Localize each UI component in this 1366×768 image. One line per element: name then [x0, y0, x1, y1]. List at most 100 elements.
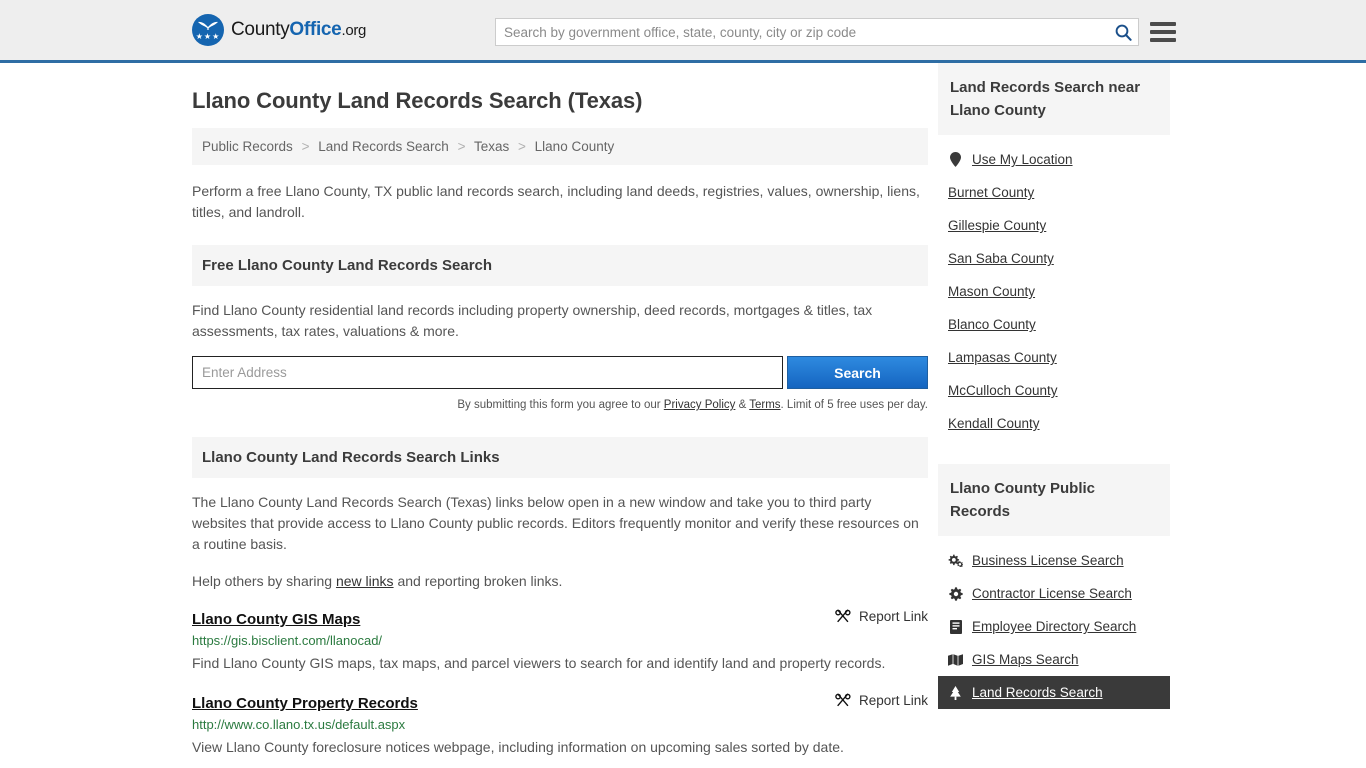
site-header: ★★★ CountyOffice.org [0, 0, 1366, 63]
hamburger-menu-icon[interactable] [1150, 19, 1176, 45]
global-search-submit-button[interactable] [1108, 19, 1138, 45]
disclaimer-suffix: . Limit of 5 free uses per day. [780, 399, 928, 411]
report-link-label: Report Link [858, 608, 928, 624]
eagle-icon [198, 21, 218, 30]
hamburger-bar [1150, 30, 1176, 34]
link-result-item: Llano County GIS Maps Report Link https:… [192, 608, 928, 676]
book-icon [948, 619, 963, 634]
sidebar-item-label[interactable]: Kendall County [948, 416, 1040, 431]
breadcrumb-item-public-records[interactable]: Public Records [202, 139, 293, 154]
link-result-url: https://gis.bisclient.com/llanocad/ [192, 633, 383, 648]
sidebar-item-business-license-search[interactable]: Business License Search [938, 544, 1170, 577]
county-office-logo-icon: ★★★ [192, 14, 224, 46]
sidebar-item-label[interactable]: Burnet County [948, 185, 1034, 200]
sidebar-item-gis-maps-search[interactable]: GIS Maps Search [938, 643, 1170, 676]
breadcrumb-item-llano-county[interactable]: Llano County [535, 139, 615, 154]
search-icon [1115, 24, 1132, 41]
new-links-link[interactable]: new links [336, 573, 394, 589]
hamburger-bar [1150, 22, 1176, 26]
sidebar-public-records-block: Llano County Public Records Business Lic… [938, 464, 1170, 709]
logo-wordmark: CountyOffice.org [231, 19, 366, 41]
breadcrumb-separator: > [301, 139, 310, 154]
logo-text-office: Office [289, 19, 342, 40]
link-result-title[interactable]: Llano County GIS Maps [192, 611, 360, 628]
link-result-title[interactable]: Llano County Property Records [192, 695, 418, 712]
sidebar-nearby-block: Land Records Search near Llano County Us… [938, 63, 1170, 440]
breadcrumb-item-land-records-search[interactable]: Land Records Search [318, 139, 449, 154]
sidebar-item-kendall-county[interactable]: Kendall County [938, 407, 1170, 440]
link-result-header: Llano County Property Records Report Lin… [192, 692, 928, 713]
sidebar-item-contractor-license-search[interactable]: Contractor License Search [938, 577, 1170, 610]
sidebar-item-label[interactable]: Blanco County [948, 317, 1036, 332]
breadcrumb-separator: > [518, 139, 526, 154]
sidebar-item-use-my-location[interactable]: Use My Location [938, 143, 1170, 176]
page-intro-text: Perform a free Llano County, TX public l… [192, 183, 920, 220]
help-suffix: and reporting broken links. [393, 573, 563, 589]
free-search-description: Find Llano County residential land recor… [192, 302, 873, 339]
terms-link[interactable]: Terms [749, 399, 780, 411]
address-input[interactable] [192, 356, 783, 389]
form-disclaimer: By submitting this form you agree to our… [192, 399, 928, 411]
hamburger-bar [1150, 38, 1176, 42]
logo-text-org: .org [341, 22, 367, 39]
help-others-paragraph: Help others by sharing new links and rep… [192, 571, 928, 592]
link-result-item: Llano County Property Records Report Lin… [192, 692, 928, 760]
link-result-description: Find Llano County GIS maps, tax maps, an… [192, 655, 886, 671]
sidebar: Land Records Search near Llano County Us… [938, 63, 1170, 760]
search-links-heading: Llano County Land Records Search Links [192, 437, 928, 478]
sidebar-item-label[interactable]: Business License Search [972, 553, 1124, 568]
sidebar-item-land-records-search[interactable]: Land Records Search [938, 676, 1170, 709]
sidebar-item-san-saba-county[interactable]: San Saba County [938, 242, 1170, 275]
sidebar-nearby-list: Use My Location Burnet County Gillespie … [938, 135, 1170, 440]
report-link-label: Report Link [858, 692, 928, 708]
sidebar-public-records-list: Business License Search Contractor Licen… [938, 536, 1170, 709]
sidebar-item-mason-county[interactable]: Mason County [938, 275, 1170, 308]
report-link-button[interactable]: Report Link [835, 608, 928, 624]
sidebar-item-employee-directory-search[interactable]: Employee Directory Search [938, 610, 1170, 643]
global-search-bar[interactable] [495, 18, 1139, 46]
sidebar-item-gillespie-county[interactable]: Gillespie County [938, 209, 1170, 242]
global-search-input[interactable] [496, 19, 1108, 45]
map-pin-icon [948, 152, 963, 167]
broken-link-icon [835, 693, 851, 707]
search-links-paragraph: The Llano County Land Records Search (Te… [192, 494, 919, 552]
link-result-header: Llano County GIS Maps Report Link [192, 608, 928, 629]
breadcrumb-item-texas[interactable]: Texas [474, 139, 509, 154]
sidebar-item-label[interactable]: Contractor License Search [972, 586, 1132, 601]
address-search-button[interactable]: Search [787, 356, 928, 389]
sidebar-item-label[interactable]: Use My Location [972, 152, 1073, 167]
broken-link-icon [835, 609, 851, 623]
sidebar-item-burnet-county[interactable]: Burnet County [938, 176, 1170, 209]
free-search-heading: Free Llano County Land Records Search [192, 245, 928, 286]
site-logo[interactable]: ★★★ CountyOffice.org [192, 14, 366, 46]
free-search-panel: Free Llano County Land Records Search Fi… [192, 245, 928, 411]
tree-icon [948, 685, 963, 700]
sidebar-item-label[interactable]: Lampasas County [948, 350, 1057, 365]
search-links-body: The Llano County Land Records Search (Te… [192, 478, 928, 760]
disclaimer-amp: & [735, 399, 750, 411]
privacy-policy-link[interactable]: Privacy Policy [664, 399, 736, 411]
sidebar-nearby-heading: Land Records Search near Llano County [938, 63, 1170, 135]
sidebar-item-label[interactable]: GIS Maps Search [972, 652, 1079, 667]
sidebar-item-label[interactable]: Land Records Search [972, 685, 1103, 700]
main-content: Llano County Land Records Search (Texas)… [192, 63, 928, 760]
disclaimer-prefix: By submitting this form you agree to our [457, 399, 664, 411]
sidebar-item-lampasas-county[interactable]: Lampasas County [938, 341, 1170, 374]
cogs-icon [948, 554, 963, 567]
logo-text-county: County [231, 19, 290, 40]
sidebar-item-label[interactable]: Gillespie County [948, 218, 1046, 233]
map-icon [948, 653, 963, 666]
search-links-panel: Llano County Land Records Search Links T… [192, 437, 928, 760]
sidebar-item-mcculloch-county[interactable]: McCulloch County [938, 374, 1170, 407]
sidebar-item-blanco-county[interactable]: Blanco County [938, 308, 1170, 341]
page-title: Llano County Land Records Search (Texas) [192, 88, 643, 113]
sidebar-item-label[interactable]: McCulloch County [948, 383, 1058, 398]
logo-stars: ★★★ [195, 32, 221, 41]
sidebar-item-label[interactable]: San Saba County [948, 251, 1054, 266]
sidebar-item-label[interactable]: Mason County [948, 284, 1035, 299]
page-body: Llano County Land Records Search (Texas)… [0, 63, 1366, 760]
sidebar-item-label[interactable]: Employee Directory Search [972, 619, 1136, 634]
free-search-body: Find Llano County residential land recor… [192, 286, 928, 411]
breadcrumb: Public Records > Land Records Search > T… [192, 128, 928, 165]
report-link-button[interactable]: Report Link [835, 692, 928, 708]
